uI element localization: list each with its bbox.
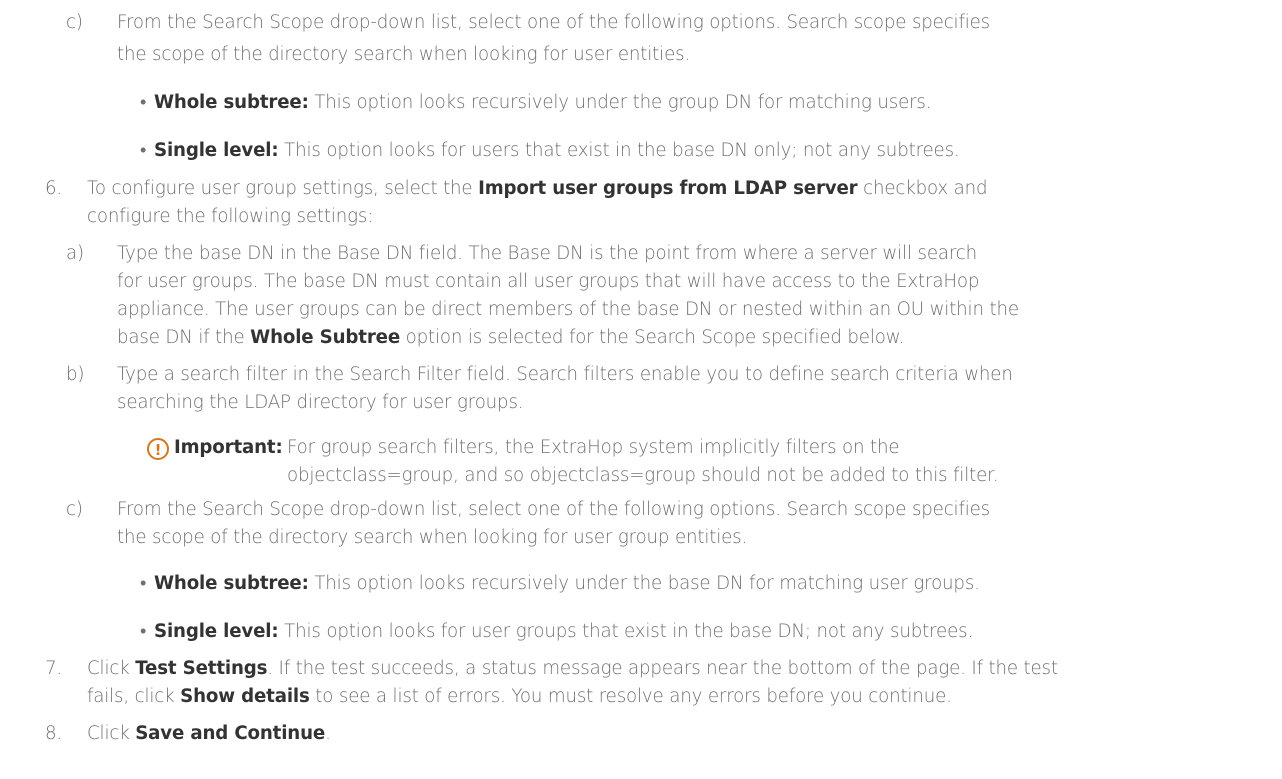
substep-marker: c) (66, 12, 83, 33)
paragraph-line: base DN if the Whole Subtree option is s… (117, 324, 905, 352)
text-run: to see a list of errors. You must resolv… (309, 686, 952, 707)
paragraph-line: Click Test Settings. If the test succeed… (87, 655, 1058, 683)
ui-reference: Save and Continue (135, 723, 326, 744)
option-label: Whole subtree: (154, 573, 309, 594)
text-run: . If the test succeeds, a status message… (267, 658, 1058, 679)
text-run: To configure user group settings, select… (87, 178, 479, 199)
paragraph-line: From the Search Scope drop-down list, se… (117, 499, 990, 520)
step-number: 6. (45, 178, 63, 199)
important-icon (147, 436, 169, 464)
paragraph-line: Type the base DN in the Base DN field. T… (117, 243, 978, 264)
option-description: This option looks recursively under the … (308, 573, 980, 594)
option-description: This option looks recursively under the … (308, 92, 932, 113)
ui-reference: Show details (180, 686, 310, 707)
bullet: • (140, 621, 147, 642)
paragraph-line: Type a search filter in the Search Filte… (117, 364, 1013, 385)
ui-reference: Import user groups from LDAP server (478, 178, 858, 199)
list-item: • Single level: This option looks for use… (140, 137, 960, 165)
list-item: • Whole subtree: This option looks recurs… (140, 89, 932, 117)
paragraph-line: To configure user group settings, select… (87, 175, 988, 203)
option-label: Single level: (154, 621, 279, 642)
bullet: • (140, 573, 147, 594)
text-run: option is selected for the Search Scope … (400, 327, 905, 348)
substep-marker: c) (66, 499, 83, 520)
list-item: • Single level: This option looks for use… (140, 618, 973, 646)
paragraph-line: From the Search Scope drop-down list, se… (117, 12, 990, 33)
option-label: Single level: (154, 140, 279, 161)
substep-marker: a) (66, 243, 84, 264)
paragraph-line: appliance. The user groups can be direct… (117, 299, 1019, 320)
text-run: fails, click (87, 686, 181, 707)
paragraph-line: fails, click Show details to see a list … (87, 683, 952, 711)
bullet: • (140, 92, 147, 113)
text-run: Click (87, 723, 136, 744)
text-run: checkbox and (857, 178, 988, 199)
note-line: objectclass=group, and so objectclass=gr… (287, 465, 999, 486)
text-run: . (325, 723, 331, 744)
ui-reference: Test Settings (135, 658, 268, 679)
step-number: 8. (45, 723, 63, 744)
step-number: 7. (45, 658, 63, 679)
note-line: For group search filters, the ExtraHop s… (287, 437, 900, 458)
paragraph-line: the scope of the directory search when l… (117, 527, 748, 548)
substep-marker: b) (66, 364, 85, 385)
paragraph-line: configure the following settings: (87, 206, 374, 227)
ui-reference: Whole Subtree (250, 327, 401, 348)
bullet: • (140, 140, 147, 161)
note-label: Important: (174, 437, 283, 458)
option-label: Whole subtree: (154, 92, 309, 113)
text-run: Click (87, 658, 136, 679)
paragraph-line: the scope of the directory search when l… (117, 44, 691, 65)
document-page: c) From the Search Scope drop-down list,… (0, 0, 1282, 779)
option-description: This option looks for users that exist i… (278, 140, 960, 161)
option-description: This option looks for user groups that e… (278, 621, 974, 642)
list-item: • Whole subtree: This option looks recurs… (140, 570, 980, 598)
paragraph-line: Click Save and Continue. (87, 720, 331, 748)
paragraph-line: searching the LDAP directory for user gr… (117, 392, 524, 413)
text-run: base DN if the (117, 327, 251, 348)
paragraph-line: for user groups. The base DN must contai… (117, 271, 980, 292)
